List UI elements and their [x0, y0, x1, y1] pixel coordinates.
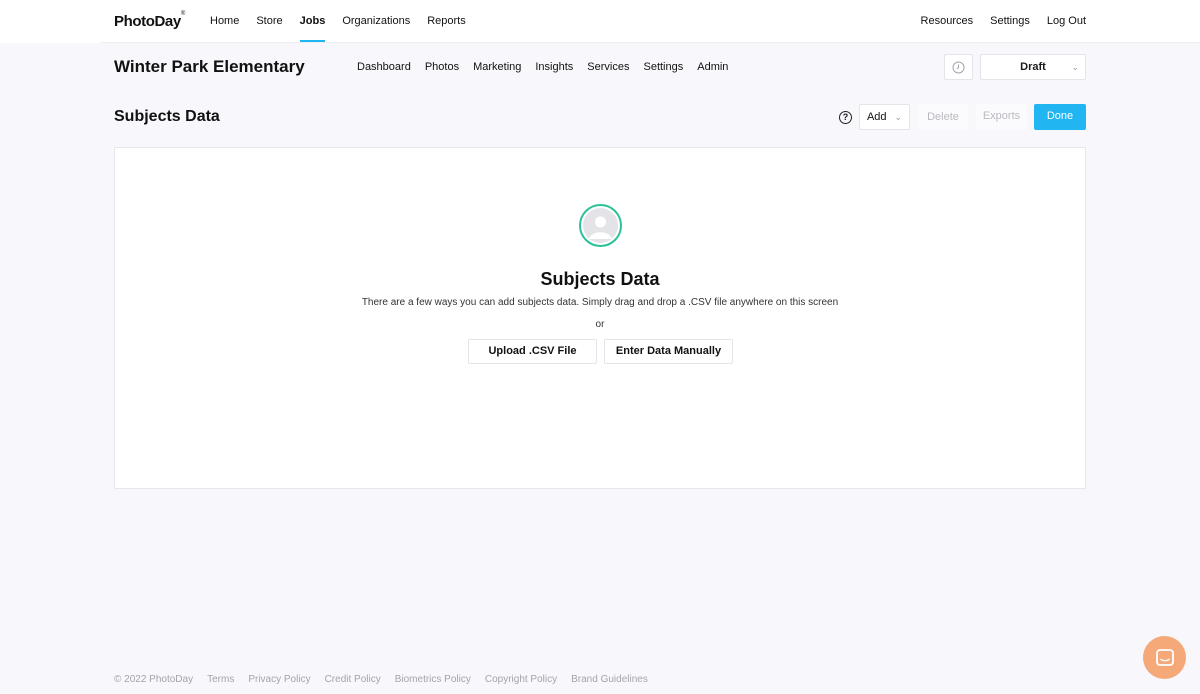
- empty-state-card: Subjects Data There are a few ways you c…: [114, 147, 1086, 489]
- job-status-value: Draft: [1020, 61, 1046, 73]
- nav-logout[interactable]: Log Out: [1047, 0, 1086, 42]
- empty-state-or: or: [595, 319, 605, 330]
- footer-brand-guidelines-link[interactable]: Brand Guidelines: [571, 674, 648, 685]
- tab-insights[interactable]: Insights: [535, 61, 573, 73]
- page-title: Subjects Data: [114, 108, 220, 125]
- tab-settings[interactable]: Settings: [643, 61, 683, 73]
- nav-resources[interactable]: Resources: [921, 0, 974, 42]
- tab-dashboard[interactable]: Dashboard: [357, 61, 411, 73]
- account-nav: Resources Settings Log Out: [904, 0, 1086, 42]
- job-tabs: Dashboard Photos Marketing Insights Serv…: [357, 61, 742, 73]
- footer-privacy-link[interactable]: Privacy Policy: [248, 674, 310, 685]
- job-status-select[interactable]: Draft ⌄: [980, 54, 1086, 80]
- chat-icon: [1155, 648, 1174, 666]
- footer-credit-link[interactable]: Credit Policy: [325, 674, 381, 685]
- done-button[interactable]: Done: [1034, 104, 1086, 130]
- delete-button[interactable]: Delete: [918, 104, 968, 130]
- footer-copyright: © 2022 PhotoDay: [114, 674, 194, 685]
- nav-organizations[interactable]: Organizations: [342, 0, 410, 42]
- job-title: Winter Park Elementary: [114, 57, 305, 76]
- empty-state-title: Subjects Data: [540, 269, 660, 289]
- clock-icon: [952, 61, 965, 73]
- nav-store[interactable]: Store: [256, 0, 282, 42]
- user-avatar-icon: [579, 204, 622, 247]
- tab-services[interactable]: Services: [587, 61, 629, 73]
- chevron-down-icon: ⌄: [1071, 62, 1079, 72]
- footer-terms-link[interactable]: Terms: [207, 674, 234, 685]
- job-header: Winter Park Elementary Dashboard Photos …: [0, 43, 1200, 91]
- nav-home[interactable]: Home: [210, 0, 239, 42]
- nav-jobs[interactable]: Jobs: [299, 0, 325, 42]
- nav-settings[interactable]: Settings: [990, 0, 1030, 42]
- nav-reports[interactable]: Reports: [427, 0, 466, 42]
- footer-biometrics-link[interactable]: Biometrics Policy: [395, 674, 471, 685]
- tab-marketing[interactable]: Marketing: [473, 61, 521, 73]
- main-nav: Home Store Jobs Organizations Reports: [210, 0, 483, 42]
- tab-admin[interactable]: Admin: [697, 61, 728, 73]
- empty-state-description: There are a few ways you can add subject…: [361, 297, 839, 308]
- enter-data-manually-button[interactable]: Enter Data Manually: [604, 339, 733, 364]
- upload-csv-button[interactable]: Upload .CSV File: [468, 339, 597, 364]
- history-button[interactable]: [944, 54, 973, 80]
- chevron-down-icon: ⌄: [894, 112, 903, 122]
- chat-button[interactable]: [1143, 636, 1186, 679]
- help-icon[interactable]: ?: [839, 111, 852, 124]
- add-button[interactable]: Add ⌄: [859, 104, 910, 130]
- exports-button[interactable]: Exports: [976, 104, 1027, 130]
- tab-photos[interactable]: Photos: [425, 61, 459, 73]
- top-nav: PhotoDay® Home Store Jobs Organizations …: [0, 0, 1200, 43]
- footer-copyright-policy-link[interactable]: Copyright Policy: [485, 674, 557, 685]
- footer: © 2022 PhotoDay Terms Privacy Policy Cre…: [114, 674, 662, 685]
- logo[interactable]: PhotoDay®: [114, 11, 185, 30]
- add-button-label: Add: [866, 111, 887, 123]
